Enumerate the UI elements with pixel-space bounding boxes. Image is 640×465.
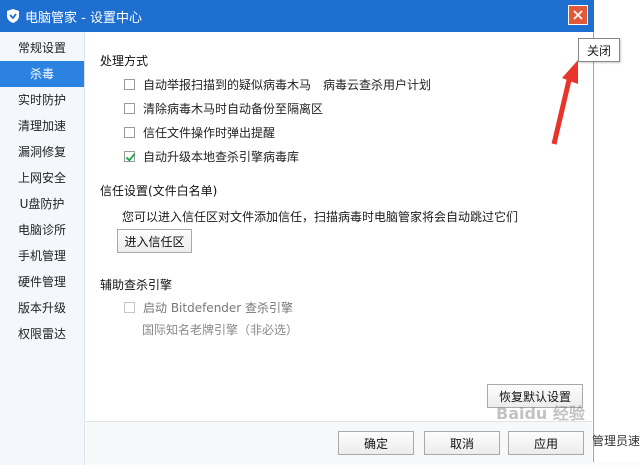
- option-label: 自动升级本地查杀引擎病毒库: [143, 150, 300, 164]
- desktop-background: [594, 0, 640, 462]
- shield-logo-icon: [7, 9, 19, 23]
- checkbox[interactable]: [124, 103, 135, 114]
- sidebar: 常规设置 杀毒 实时防护 清理加速 漏洞修复 上网安全 U盘防护 电脑诊所 手机…: [0, 32, 85, 465]
- close-icon: [573, 10, 583, 20]
- section-title-handling: 处理方式: [100, 54, 149, 68]
- option-label: 启动 Bitdefender 查杀引擎: [143, 301, 294, 315]
- option-auto-update-engine[interactable]: 自动升级本地查杀引擎病毒库: [124, 148, 299, 165]
- window-title: 电脑管家 - 设置中心: [25, 10, 142, 26]
- trust-description: 您可以进入信任区对文件添加信任，扫描病毒时电脑管家将会自动跳过它们: [122, 210, 519, 224]
- option-bitdefender[interactable]: 启动 Bitdefender 查杀引擎: [124, 299, 293, 316]
- sidebar-item-hardware[interactable]: 硬件管理: [0, 269, 84, 295]
- option-label: 清除病毒木马时自动备份至隔离区: [143, 102, 324, 116]
- sidebar-item-clinic[interactable]: 电脑诊所: [0, 217, 84, 243]
- red-arrow-icon: [551, 60, 578, 145]
- cancel-button[interactable]: 取消: [424, 431, 500, 455]
- enter-trust-zone-button[interactable]: 进入信任区: [117, 229, 192, 253]
- watermark-right-text: 管理员速: [592, 434, 640, 448]
- title-bar: 电脑管家 - 设置中心: [0, 0, 594, 32]
- sidebar-item-realtime[interactable]: 实时防护: [0, 87, 84, 113]
- option-trust-prompt[interactable]: 信任文件操作时弹出提醒: [124, 124, 275, 141]
- content-panel: 处理方式 自动举报扫描到的疑似病毒木马 病毒云查杀用户计划 清除病毒木马时自动备…: [86, 32, 592, 463]
- ok-button[interactable]: 确定: [338, 431, 414, 455]
- option-label: 信任文件操作时弹出提醒: [143, 126, 276, 140]
- option-backup-quarantine[interactable]: 清除病毒木马时自动备份至隔离区: [124, 100, 323, 117]
- bottom-bar: 确定 取消 应用: [86, 421, 592, 463]
- option-report-suspicious[interactable]: 自动举报扫描到的疑似病毒木马 病毒云查杀用户计划: [124, 76, 431, 93]
- checkbox[interactable]: [124, 302, 135, 313]
- sidebar-item-antivirus[interactable]: 杀毒: [0, 61, 84, 87]
- section-title-trust: 信任设置(文件白名单): [100, 184, 218, 198]
- close-button[interactable]: [568, 5, 588, 25]
- sidebar-item-permission[interactable]: 权限雷达: [0, 321, 84, 347]
- checkbox-checked[interactable]: [124, 151, 135, 162]
- sidebar-item-web-security[interactable]: 上网安全: [0, 165, 84, 191]
- option-label: 自动举报扫描到的疑似病毒木马: [143, 78, 312, 92]
- sidebar-item-general[interactable]: 常规设置: [0, 35, 84, 61]
- section-title-engine: 辅助查杀引擎: [100, 278, 173, 292]
- sidebar-item-patch[interactable]: 漏洞修复: [0, 139, 84, 165]
- apply-button[interactable]: 应用: [508, 431, 584, 455]
- checkbox[interactable]: [124, 79, 135, 90]
- watermark: Baidu 经验: [496, 404, 585, 423]
- engine-note: 国际知名老牌引擎（非必选）: [142, 323, 299, 337]
- sidebar-item-cleanup[interactable]: 清理加速: [0, 113, 84, 139]
- settings-window: 常规设置 杀毒 实时防护 清理加速 漏洞修复 上网安全 U盘防护 电脑诊所 手机…: [0, 32, 594, 465]
- sidebar-item-usb[interactable]: U盘防护: [0, 191, 84, 217]
- sidebar-item-upgrade[interactable]: 版本升级: [0, 295, 84, 321]
- sidebar-item-phone[interactable]: 手机管理: [0, 243, 84, 269]
- option-extra: 病毒云查杀用户计划: [323, 78, 432, 92]
- checkbox[interactable]: [124, 127, 135, 138]
